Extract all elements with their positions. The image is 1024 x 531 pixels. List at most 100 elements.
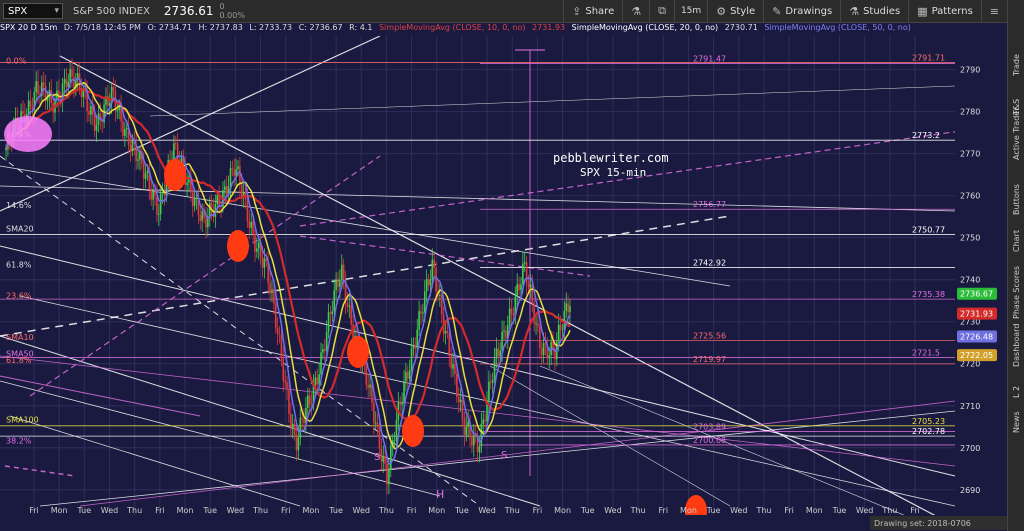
sidebar-item-active-trader[interactable]: Active Trader — [1008, 100, 1024, 160]
price-axis-badge-label: 2731.93 — [960, 310, 993, 319]
x-tick-label: Fri — [533, 506, 543, 515]
candle-body — [499, 350, 502, 357]
symbol-input[interactable]: SPX ▾ — [3, 3, 63, 19]
sma20-label: SimpleMovingAvg (CLOSE, 20, 0, no) — [571, 23, 719, 32]
sidebar-item-label: Chart — [1012, 230, 1021, 252]
candle-body — [452, 364, 454, 369]
share-button[interactable]: ⇪ Share — [563, 0, 622, 22]
candle-body — [269, 283, 271, 294]
x-tick-label: Thu — [252, 506, 268, 515]
candle-body — [288, 388, 290, 414]
left-shoulder-label: S — [374, 452, 380, 463]
patterns-button[interactable]: ▦ Patterns — [908, 0, 981, 22]
candle-body — [561, 329, 564, 331]
candle-body — [95, 124, 98, 131]
menu-button[interactable]: ≡ — [980, 0, 1007, 22]
price-chart[interactable]: 2791.71 2791.47 2773.2 2756.77 2750.77 2742.9… — [0, 36, 1007, 515]
x-tick-label: Fri — [155, 506, 165, 515]
price-level-label: 2725.56 — [693, 331, 726, 340]
x-tick-label: Mon — [302, 506, 319, 515]
patterns-label: Patterns — [931, 5, 973, 17]
candle-body — [537, 323, 539, 327]
candle-body — [374, 422, 377, 424]
candle-body — [516, 284, 518, 297]
candle-body — [193, 198, 196, 207]
candle-body — [484, 419, 486, 422]
studies-button[interactable]: ⚗ Studies — [840, 0, 908, 22]
x-tick-label: Mon — [554, 506, 571, 515]
x-tick-label: Fri — [910, 506, 920, 515]
sidebar-item-dashboard[interactable]: Dashboard — [1008, 322, 1024, 367]
candle-body — [261, 256, 264, 268]
candle-body — [382, 456, 385, 462]
price-axis-badge-label: 2726.48 — [960, 333, 993, 342]
x-tick-label: Thu — [504, 506, 520, 515]
candle-body — [395, 420, 398, 441]
price-level-label: 2756.77 — [693, 200, 726, 209]
candle-body — [369, 384, 371, 388]
sidebar-item-chart[interactable]: Chart — [1008, 222, 1024, 252]
chevron-down-icon[interactable]: ▾ — [54, 6, 62, 16]
candle-body — [276, 328, 279, 334]
sma10-value: 2731.93 — [532, 23, 566, 32]
x-tick-label: Wed — [353, 506, 370, 515]
candle-body — [314, 377, 317, 385]
studies-icon: ⚗ — [849, 4, 860, 18]
candle-body — [433, 259, 435, 269]
candle-body — [240, 184, 243, 198]
candle-body — [229, 168, 232, 187]
price-axis: 2690270027102720273027402750276027702780… — [955, 36, 1007, 515]
x-tick-label: Mon — [806, 506, 823, 515]
candle-body — [333, 290, 336, 312]
x-tick-label: Thu — [630, 506, 646, 515]
sidebar-item-buttons[interactable]: Buttons — [1008, 170, 1024, 215]
candle-body — [161, 192, 164, 194]
candle-body — [156, 196, 158, 215]
candle-body — [346, 303, 349, 307]
candle-body — [69, 69, 71, 82]
flask-button[interactable]: ⚗ — [622, 0, 649, 22]
last-price: 2736.61 — [163, 4, 214, 18]
candle-body — [224, 186, 226, 190]
candle-body — [482, 419, 485, 424]
fib-level-label: 61.8% — [6, 356, 32, 365]
candle-body — [131, 140, 134, 152]
candle-body — [301, 417, 303, 419]
price-change: 0 0.00% — [220, 2, 245, 20]
sidebar-item-news[interactable]: News — [1008, 405, 1024, 433]
candle-body — [390, 445, 392, 470]
sidebar-item-trade[interactable]: Trade — [1008, 36, 1024, 76]
style-button[interactable]: ⚙ Style — [707, 0, 763, 22]
candle-body — [418, 311, 420, 330]
candle-body — [408, 370, 411, 379]
bar-open: O: 2734.71 — [147, 23, 192, 32]
price-level-label: 2700.68 — [693, 436, 726, 445]
fib-level-label: 23.6% — [6, 292, 32, 301]
candle-body — [401, 402, 403, 405]
x-tick-label: Tue — [202, 506, 217, 515]
compare-button[interactable]: ⧉ — [649, 0, 674, 22]
sidebar-item-label: Buttons — [1012, 184, 1021, 215]
candle-body — [337, 279, 339, 287]
candle-body — [456, 373, 458, 397]
candle-body — [429, 279, 432, 286]
candle-body — [310, 403, 313, 405]
candle-body — [540, 348, 543, 355]
candle-body — [559, 324, 562, 330]
candle-body — [146, 170, 149, 174]
sidebar-item-phase-scores[interactable]: Phase Scores — [1008, 254, 1024, 319]
style-label: Style — [730, 5, 756, 17]
candle-body — [444, 331, 447, 334]
x-tick-label: Wed — [730, 506, 747, 515]
candle-body — [448, 333, 451, 356]
sidebar-item-l2[interactable]: L 2 — [1008, 378, 1024, 398]
candle-body — [440, 294, 443, 315]
candle-body — [340, 264, 343, 281]
drawings-button[interactable]: ✎ Drawings — [763, 0, 840, 22]
candle-body — [412, 345, 415, 349]
candle-body — [323, 348, 326, 351]
y-tick-label: 2780 — [960, 108, 980, 117]
timeframe-select[interactable]: 15m — [673, 0, 707, 22]
candle-body — [489, 381, 492, 383]
candle-body — [535, 323, 537, 325]
